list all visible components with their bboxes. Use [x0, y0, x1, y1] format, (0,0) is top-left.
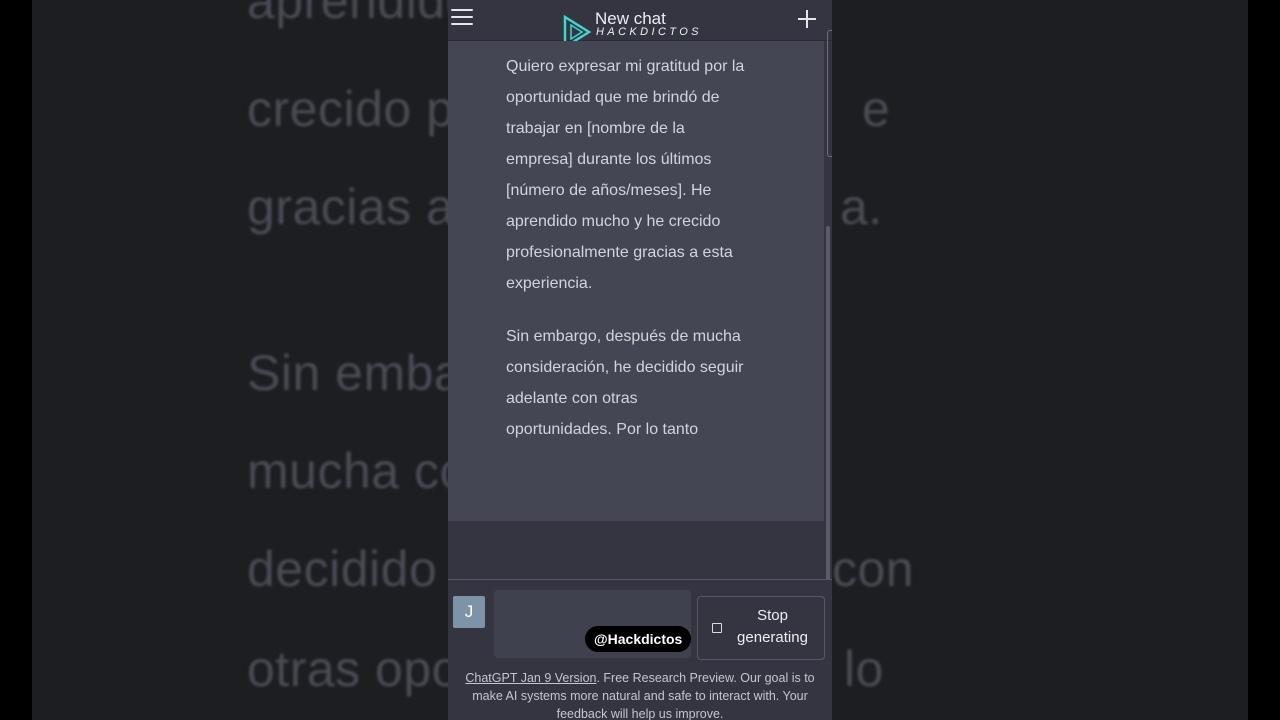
- avatar: J: [453, 596, 485, 628]
- version-link[interactable]: ChatGPT Jan 9 Version: [465, 671, 596, 685]
- bg-line-2: crecido p: [247, 81, 455, 137]
- footer-disclaimer: ChatGPT Jan 9 Version. Free Research Pre…: [452, 669, 828, 720]
- hamburger-menu-icon[interactable]: [451, 9, 473, 27]
- chat-app-window: New chat HACKDICTOS Quiero expresar mi g…: [448, 0, 832, 720]
- scrollbar-thumb[interactable]: [826, 226, 830, 618]
- bg-line-5: mucha co: [247, 443, 468, 499]
- composer-area: J Stop generating @Hackdictos ChatGPT Ja…: [448, 579, 832, 720]
- top-bar: New chat HACKDICTOS: [448, 0, 832, 49]
- bg-line-4: Sin emba: [247, 345, 463, 401]
- bg-line-6-right: con: [832, 541, 915, 597]
- bg-line-7: otras opo: [247, 641, 460, 697]
- bg-line-1: aprendido: [247, 0, 474, 29]
- bg-line-3: gracias a: [247, 179, 455, 235]
- bg-line-2-right: e: [862, 81, 891, 137]
- bg-line-6: decidido: [247, 541, 438, 597]
- message-paragraph: Sin embargo, después de mucha considerac…: [506, 328, 744, 438]
- stop-square-icon: [712, 623, 722, 633]
- message-paragraph: Quiero expresar mi gratitud por la oport…: [506, 58, 745, 292]
- watermark-handle: @Hackdictos: [585, 626, 692, 652]
- stop-generating-label: Stop generating: [737, 607, 808, 646]
- chat-empty-space: [448, 521, 824, 579]
- logo-wordmark: HACKDICTOS: [596, 26, 702, 38]
- scroll-handle-outline[interactable]: [827, 30, 832, 157]
- bg-line-3-right: a.: [840, 179, 883, 235]
- assistant-message: Quiero expresar mi gratitud por la oport…: [448, 41, 824, 521]
- stop-generating-button[interactable]: Stop generating: [697, 596, 825, 660]
- message-text: Quiero expresar mi gratitud por la oport…: [506, 51, 746, 467]
- bg-line-7-right: lo: [844, 641, 884, 697]
- plus-icon[interactable]: [797, 9, 817, 29]
